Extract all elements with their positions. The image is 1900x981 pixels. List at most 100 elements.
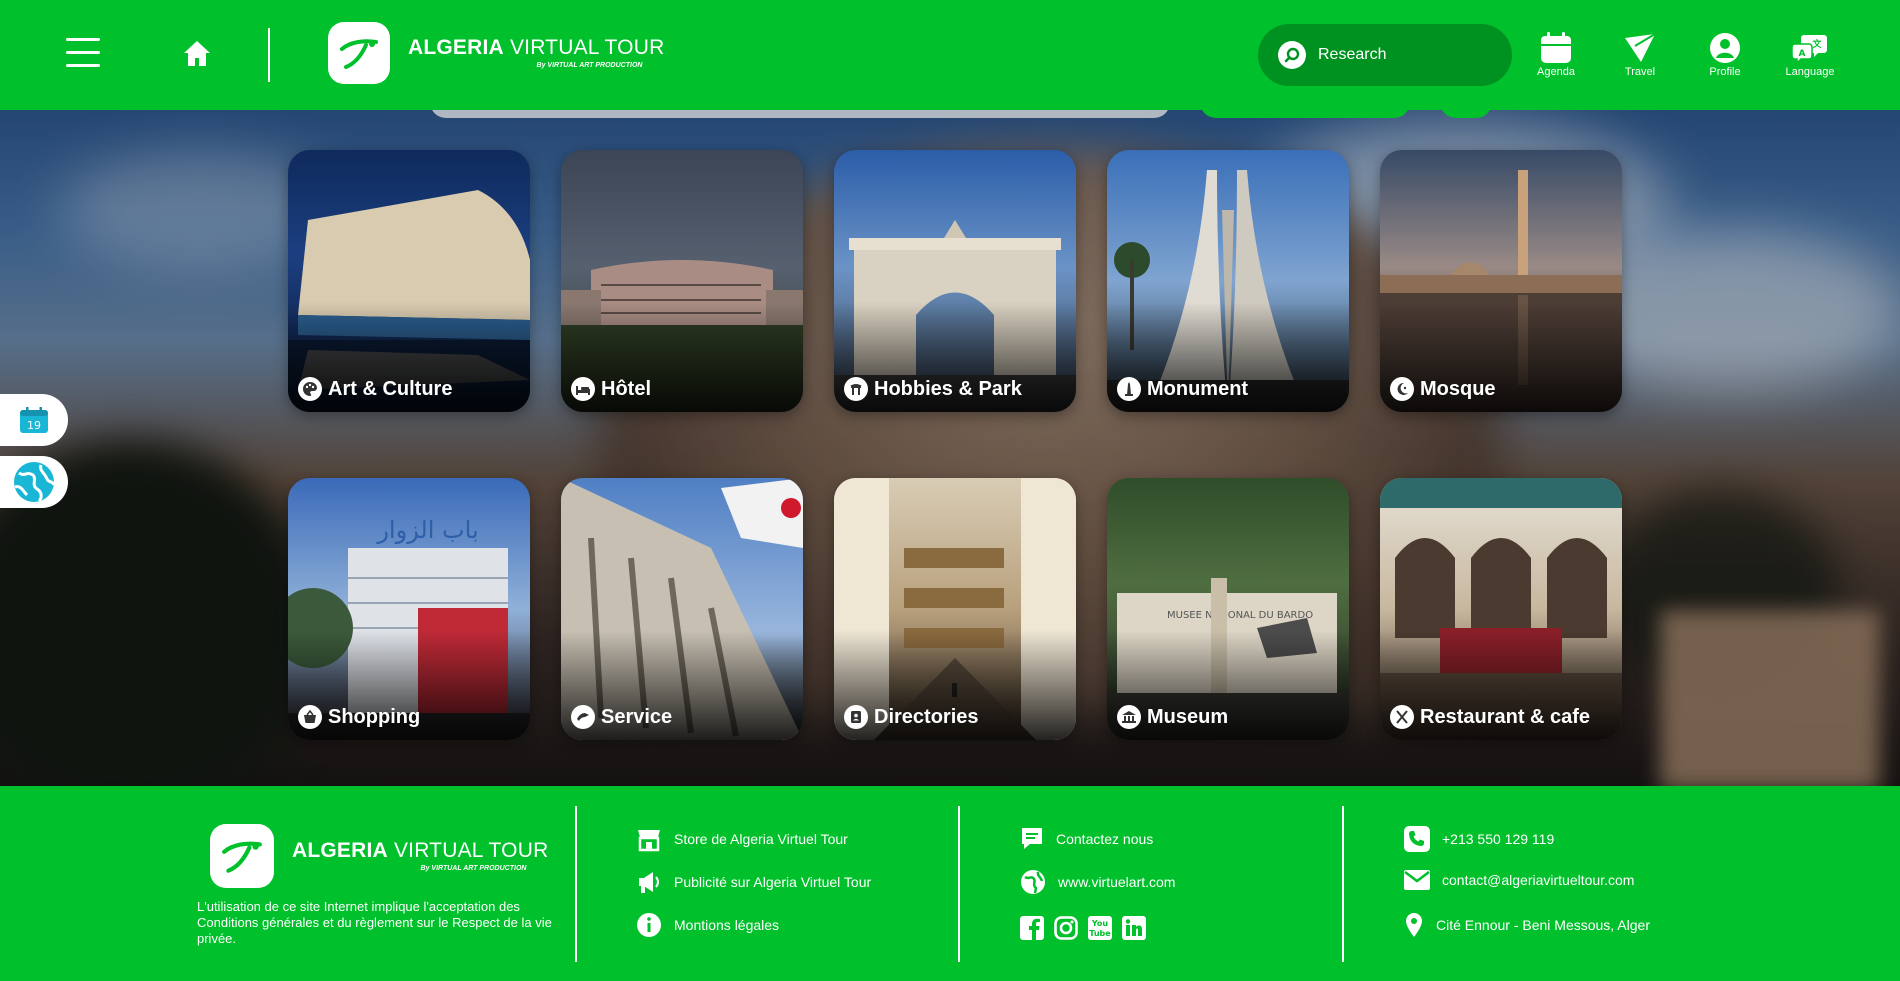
info-icon: [637, 913, 661, 937]
footer-divider: [958, 806, 960, 962]
footer-address-label: Cité Ennour - Beni Messous, Alger: [1436, 917, 1650, 933]
nav-travel-label: Travel: [1624, 66, 1656, 78]
footer-website-link[interactable]: www.virtuelart.com: [1020, 869, 1175, 895]
phone-icon: [1404, 826, 1430, 852]
footer-link-label: Montions légales: [674, 917, 780, 933]
header-divider: [268, 28, 270, 82]
store-icon: [638, 830, 660, 852]
category-label: Directories: [874, 705, 979, 728]
museum-icon: [1117, 705, 1141, 729]
category-card-art-culture[interactable]: Art & Culture: [288, 150, 530, 412]
brand-name-bold: ALGERIA: [408, 36, 504, 59]
footer-phone-label: +213 550 129 119: [1442, 831, 1555, 847]
footer-divider: [575, 806, 577, 962]
category-card-service[interactable]: Service: [561, 478, 803, 740]
svg-text:You: You: [1091, 919, 1109, 928]
social-links: You Tube: [1020, 916, 1146, 940]
category-card-shopping[interactable]: باب الزوار Shopping: [288, 478, 530, 740]
nav-travel-button[interactable]: Travel: [1603, 32, 1677, 78]
service-icon: [571, 705, 595, 729]
search-input[interactable]: Research: [1258, 24, 1512, 86]
linkedin-icon[interactable]: [1122, 916, 1146, 940]
footer-address: Cité Ennour - Beni Messous, Alger: [1404, 912, 1650, 938]
language-icon: 文 A: [1792, 35, 1827, 64]
calendar-icon: 19: [20, 407, 48, 433]
footer-contact-link[interactable]: Contactez nous: [1020, 826, 1153, 852]
footer-website-label: www.virtuelart.com: [1058, 874, 1176, 890]
footer-brand-logo[interactable]: ALGERIA VIRTUAL TOUR By VIRTUAL ART PROD…: [210, 824, 548, 888]
top-navbar: ALGERIA VIRTUAL TOUR By VIRTUAL ART PROD…: [0, 0, 1900, 110]
category-card-restaurant-cafe[interactable]: Restaurant & cafe: [1380, 478, 1622, 740]
svg-text:A: A: [1799, 49, 1806, 59]
brand-name-rest: VIRTUAL TOUR: [509, 36, 665, 59]
side-map-tab[interactable]: [0, 456, 68, 508]
category-label: Service: [601, 705, 673, 728]
hamburger-menu-icon[interactable]: [66, 38, 100, 72]
search-placeholder: Research: [1318, 46, 1387, 63]
footer-email-label: contact@algeriavirtueltour.com: [1442, 872, 1635, 888]
instagram-icon[interactable]: [1054, 916, 1078, 940]
footer-link-label: Publicité sur Algeria Virtuel Tour: [674, 874, 872, 890]
search-icon: [1278, 41, 1306, 69]
footer-email[interactable]: contact@algeriavirtueltour.com: [1404, 869, 1634, 891]
facebook-icon[interactable]: [1020, 916, 1044, 940]
footer-brand-byline: By VIRTUAL ART PRODUCTION: [420, 865, 527, 872]
brand-byline: By VIRTUAL ART PRODUCTION: [536, 62, 643, 69]
side-calendar-day: 19: [27, 419, 41, 432]
youtube-icon[interactable]: You Tube: [1088, 916, 1112, 940]
nav-profile-label: Profile: [1709, 66, 1741, 78]
footer-brand-bold: ALGERIA: [292, 839, 388, 862]
side-calendar-tab[interactable]: 19: [0, 394, 68, 446]
category-label: Restaurant & cafe: [1420, 705, 1591, 728]
nav-language-button[interactable]: 文 A Language: [1773, 32, 1847, 78]
footer-link-legal[interactable]: Montions légales: [636, 912, 779, 938]
home-icon[interactable]: [181, 38, 213, 70]
megaphone-icon: [639, 872, 659, 893]
travel-icon: [1625, 33, 1656, 62]
footer-divider: [1342, 806, 1344, 962]
nav-agenda-label: Agenda: [1537, 66, 1575, 78]
category-card-monument[interactable]: Monument: [1107, 150, 1349, 412]
crescent-icon: [1390, 377, 1414, 401]
palette-icon: [298, 377, 322, 401]
svg-text:文: 文: [1811, 38, 1822, 50]
directory-icon: [844, 705, 868, 729]
footer-link-advertising[interactable]: Publicité sur Algeria Virtuel Tour: [636, 869, 871, 895]
category-label: Art & Culture: [328, 377, 453, 400]
nav-agenda-button[interactable]: Agenda: [1519, 32, 1593, 78]
nav-profile-button[interactable]: Profile: [1688, 32, 1762, 78]
globe-icon: [14, 462, 55, 503]
category-label: Hobbies & Park: [874, 377, 1022, 400]
category-card-mosque[interactable]: Mosque: [1380, 150, 1622, 412]
category-label: Shopping: [328, 705, 421, 728]
calendar-icon: [1541, 32, 1571, 63]
category-card-hotel[interactable]: Hôtel: [561, 150, 803, 412]
mail-icon: [1404, 870, 1430, 890]
monument-icon: [1117, 377, 1141, 401]
svg-text:باب الزوار: باب الزوار: [376, 516, 478, 544]
footer-link-store[interactable]: Store de Algeria Virtuel Tour: [636, 826, 848, 852]
nav-language-label: Language: [1785, 66, 1835, 78]
footer-brand-rest: VIRTUAL TOUR: [393, 839, 549, 862]
profile-icon: [1710, 33, 1740, 63]
category-label: Hôtel: [601, 377, 651, 400]
category-grid: Art & Culture Hôtel Hobbies & Park Monum…: [288, 150, 1622, 740]
bed-icon: [571, 377, 595, 401]
basket-icon: [298, 705, 322, 729]
footer-disclaimer: L'utilisation de ce site Internet impliq…: [197, 899, 552, 946]
logo-mark-icon: [328, 22, 390, 84]
category-card-directories[interactable]: Directories: [834, 478, 1076, 740]
brand-logo[interactable]: ALGERIA VIRTUAL TOUR By VIRTUAL ART PROD…: [328, 22, 664, 84]
logo-mark-icon: [210, 824, 274, 888]
category-card-hobbies-park[interactable]: Hobbies & Park: [834, 150, 1076, 412]
chat-icon: [1022, 828, 1042, 849]
category-card-museum[interactable]: MUSEE NATIONAL DU BARDO Museum: [1107, 478, 1349, 740]
svg-text:Tube: Tube: [1089, 929, 1111, 938]
park-icon: [844, 377, 868, 401]
globe-icon: [1021, 870, 1045, 894]
footer-phone[interactable]: +213 550 129 119: [1404, 826, 1554, 852]
svg-text:MUSEE NATIONAL DU BARDO: MUSEE NATIONAL DU BARDO: [1167, 610, 1313, 621]
category-label: Museum: [1147, 705, 1229, 728]
footer-contact-label: Contactez nous: [1056, 831, 1154, 847]
category-label: Monument: [1147, 377, 1249, 400]
